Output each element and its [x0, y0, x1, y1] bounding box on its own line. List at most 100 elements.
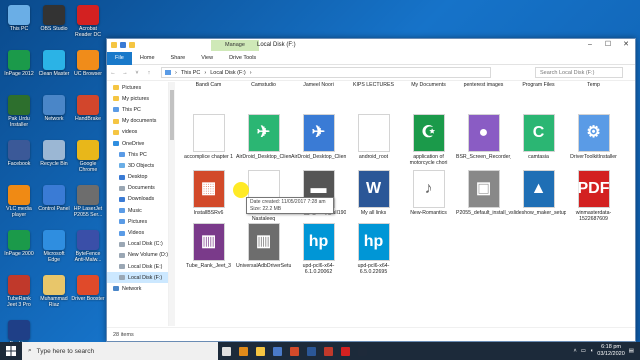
file-item[interactable]: Ccamtasia	[511, 114, 566, 166]
sidebar-item[interactable]: Pictures	[107, 82, 168, 93]
address-bar[interactable]: › This PC › Local Disk (F:) ›	[161, 67, 491, 78]
sidebar-item[interactable]: Local Disk (F:)	[107, 272, 168, 284]
file-item[interactable]: Temp	[566, 82, 621, 88]
forward-arrow-icon[interactable]: →	[119, 70, 131, 76]
sidebar-item[interactable]: 3D Objects	[107, 160, 168, 171]
sidebar-item[interactable]: Network	[107, 283, 168, 294]
taskbar-app-icon[interactable]	[303, 342, 320, 360]
start-button[interactable]	[0, 342, 22, 360]
file-item[interactable]: ● BSR_Screen_Recorder_Free_Full_Version_0…	[456, 114, 511, 166]
tab-file[interactable]: File	[107, 52, 132, 65]
file-item[interactable]: ☪ application of motorcycle chori	[401, 114, 456, 166]
sidebar-item[interactable]: My documents	[107, 116, 168, 127]
clock[interactable]: 6:18 pm 03/12/2020	[597, 344, 625, 358]
breadcrumb-this-pc[interactable]: This PC	[181, 70, 201, 76]
file-item[interactable]: ▣ P2055_default_install_v6.1_ww	[456, 170, 511, 222]
desktop-icon[interactable]: Muhammad Riaz	[37, 273, 71, 319]
sidebar-item[interactable]: Music	[107, 205, 168, 216]
file-item[interactable]: W My all links	[346, 170, 401, 222]
desktop-icon[interactable]: TubeRank Jeet 3 Pro	[2, 273, 36, 319]
desktop-icon[interactable]: HandBrake	[71, 93, 105, 139]
breadcrumb-local-disk[interactable]: Local Disk (F:)	[210, 70, 245, 76]
network-icon[interactable]: ▭	[581, 348, 586, 354]
sidebar-item[interactable]: Pictures	[107, 216, 168, 227]
desktop-icon[interactable]: ByteFence Anti-Malw...	[71, 228, 105, 274]
properties-icon[interactable]	[120, 42, 126, 48]
tab-share[interactable]: Share	[163, 52, 194, 65]
file-item[interactable]: My Documents	[401, 82, 456, 88]
file-item[interactable]: accomplice chapter 1	[181, 114, 236, 166]
desktop-icon[interactable]: Acrobat Reader DC	[71, 3, 105, 49]
file-item[interactable]: ▥ UniversalAdbDriverSetup	[236, 223, 291, 275]
file-item[interactable]: hp upd-pcl6-x64-6.5.0.22695	[346, 223, 401, 275]
taskbar-search[interactable]: ⌕ Type here to search	[22, 342, 218, 360]
sidebar-item[interactable]: Documents	[107, 183, 168, 194]
file-item[interactable]: ♪ New-Romantics	[401, 170, 456, 222]
taskbar-app-icon[interactable]	[218, 342, 235, 360]
file-item[interactable]: PDF winmasterdata-1522687609	[566, 170, 621, 222]
sidebar-item[interactable]: My pictures	[107, 93, 168, 104]
taskbar-app-icon[interactable]	[235, 342, 252, 360]
up-arrow-icon[interactable]: ↑	[143, 70, 155, 76]
taskbar-app-icon[interactable]	[354, 342, 371, 360]
file-item[interactable]: Bandi Cam	[181, 82, 236, 88]
tab-view[interactable]: View	[193, 52, 221, 65]
chevron-down-icon[interactable]: ˅	[131, 70, 143, 76]
desktop-icon[interactable]: VLC media player	[2, 183, 36, 229]
file-item[interactable]: ✈ AirDroid_Desktop_Client_3.6.4.0_3rdmark…	[291, 114, 346, 166]
file-item[interactable]: android_root	[346, 114, 401, 166]
file-item[interactable]: ⚙ DriverToolkitInstaller	[566, 114, 621, 166]
back-arrow-icon[interactable]: ←	[107, 70, 119, 76]
file-item[interactable]: penterest images	[456, 82, 511, 88]
file-item[interactable]: Program Files	[511, 82, 566, 88]
notification-icon[interactable]: ▤	[629, 348, 634, 354]
desktop-icon[interactable]: Clean Master	[37, 48, 71, 94]
file-item[interactable]: ✈ AirDroid_Desktop_Client_3.4.0.1	[236, 114, 291, 166]
sidebar-item[interactable]: videos	[107, 127, 168, 138]
sidebar-item[interactable]: This PC	[107, 149, 168, 160]
sidebar-scrollbar[interactable]	[169, 82, 175, 326]
sidebar-item[interactable]: OneDrive	[107, 138, 168, 149]
desktop-icon[interactable]: UC Browser	[71, 48, 105, 94]
desktop-icon[interactable]: OBS Studio	[37, 3, 71, 49]
taskbar-app-icon[interactable]	[252, 342, 269, 360]
desktop-icon[interactable]: Facebook	[2, 138, 36, 184]
desktop-icon[interactable]: This PC	[2, 3, 36, 49]
file-item[interactable]: Camstudio	[236, 82, 291, 88]
file-item[interactable]: KIPS LECTURES MDCAT PREPEARATION	[346, 82, 401, 88]
sidebar-item[interactable]: Local Disk (E:)	[107, 261, 168, 272]
desktop-icon[interactable]: Google Chrome	[71, 138, 105, 184]
tab-drive-tools[interactable]: Drive Tools	[221, 52, 264, 65]
sidebar-item[interactable]: This PC	[107, 104, 168, 115]
volume-icon[interactable]: ◖	[590, 348, 593, 354]
sidebar-item[interactable]: Downloads	[107, 194, 168, 205]
scrollbar-thumb[interactable]	[170, 90, 174, 140]
desktop-icon[interactable]: Driver Booster	[71, 273, 105, 319]
new-folder-icon[interactable]	[129, 42, 135, 48]
file-item[interactable]: ▦ InstallBSRv6	[181, 170, 236, 222]
taskbar-app-icon[interactable]	[337, 342, 354, 360]
file-item[interactable]: ▥ Tube_Rank_Jeet_3	[181, 223, 236, 275]
close-icon[interactable]: ✕	[617, 39, 635, 51]
tab-home[interactable]: Home	[132, 52, 163, 65]
sidebar-item[interactable]: Desktop	[107, 172, 168, 183]
desktop-icon[interactable]: InPage 2000	[2, 228, 36, 274]
file-item[interactable]: ▲ slideshow_maker_setup	[511, 170, 566, 222]
sidebar-item[interactable]: Videos	[107, 227, 168, 238]
file-item[interactable]: hp upd-pcl6-x64-6.1.0.20062	[291, 223, 346, 275]
manage-tab[interactable]: Manage	[211, 40, 259, 51]
minimize-icon[interactable]: –	[581, 39, 599, 51]
taskbar-app-icon[interactable]	[269, 342, 286, 360]
maximize-icon[interactable]: ☐	[599, 39, 617, 51]
search-input[interactable]: Search Local Disk (F:)	[535, 67, 623, 78]
desktop-icon[interactable]: HP LaserJet P2055 Ser...	[71, 183, 105, 229]
desktop-icon[interactable]: Recycle Bin	[37, 138, 71, 184]
taskbar-app-icon[interactable]	[286, 342, 303, 360]
file-item[interactable]: Jameel Noori Nastaleeq	[291, 82, 346, 88]
sidebar-item[interactable]: New Volume (D:)	[107, 250, 168, 261]
sidebar-item[interactable]: Local Disk (C:)	[107, 239, 168, 250]
desktop-icon[interactable]: Network	[37, 93, 71, 139]
desktop-icon[interactable]: Control Panel	[37, 183, 71, 229]
desktop-icon[interactable]: InPage 2012	[2, 48, 36, 94]
desktop-icon[interactable]: Microsoft Edge	[37, 228, 71, 274]
